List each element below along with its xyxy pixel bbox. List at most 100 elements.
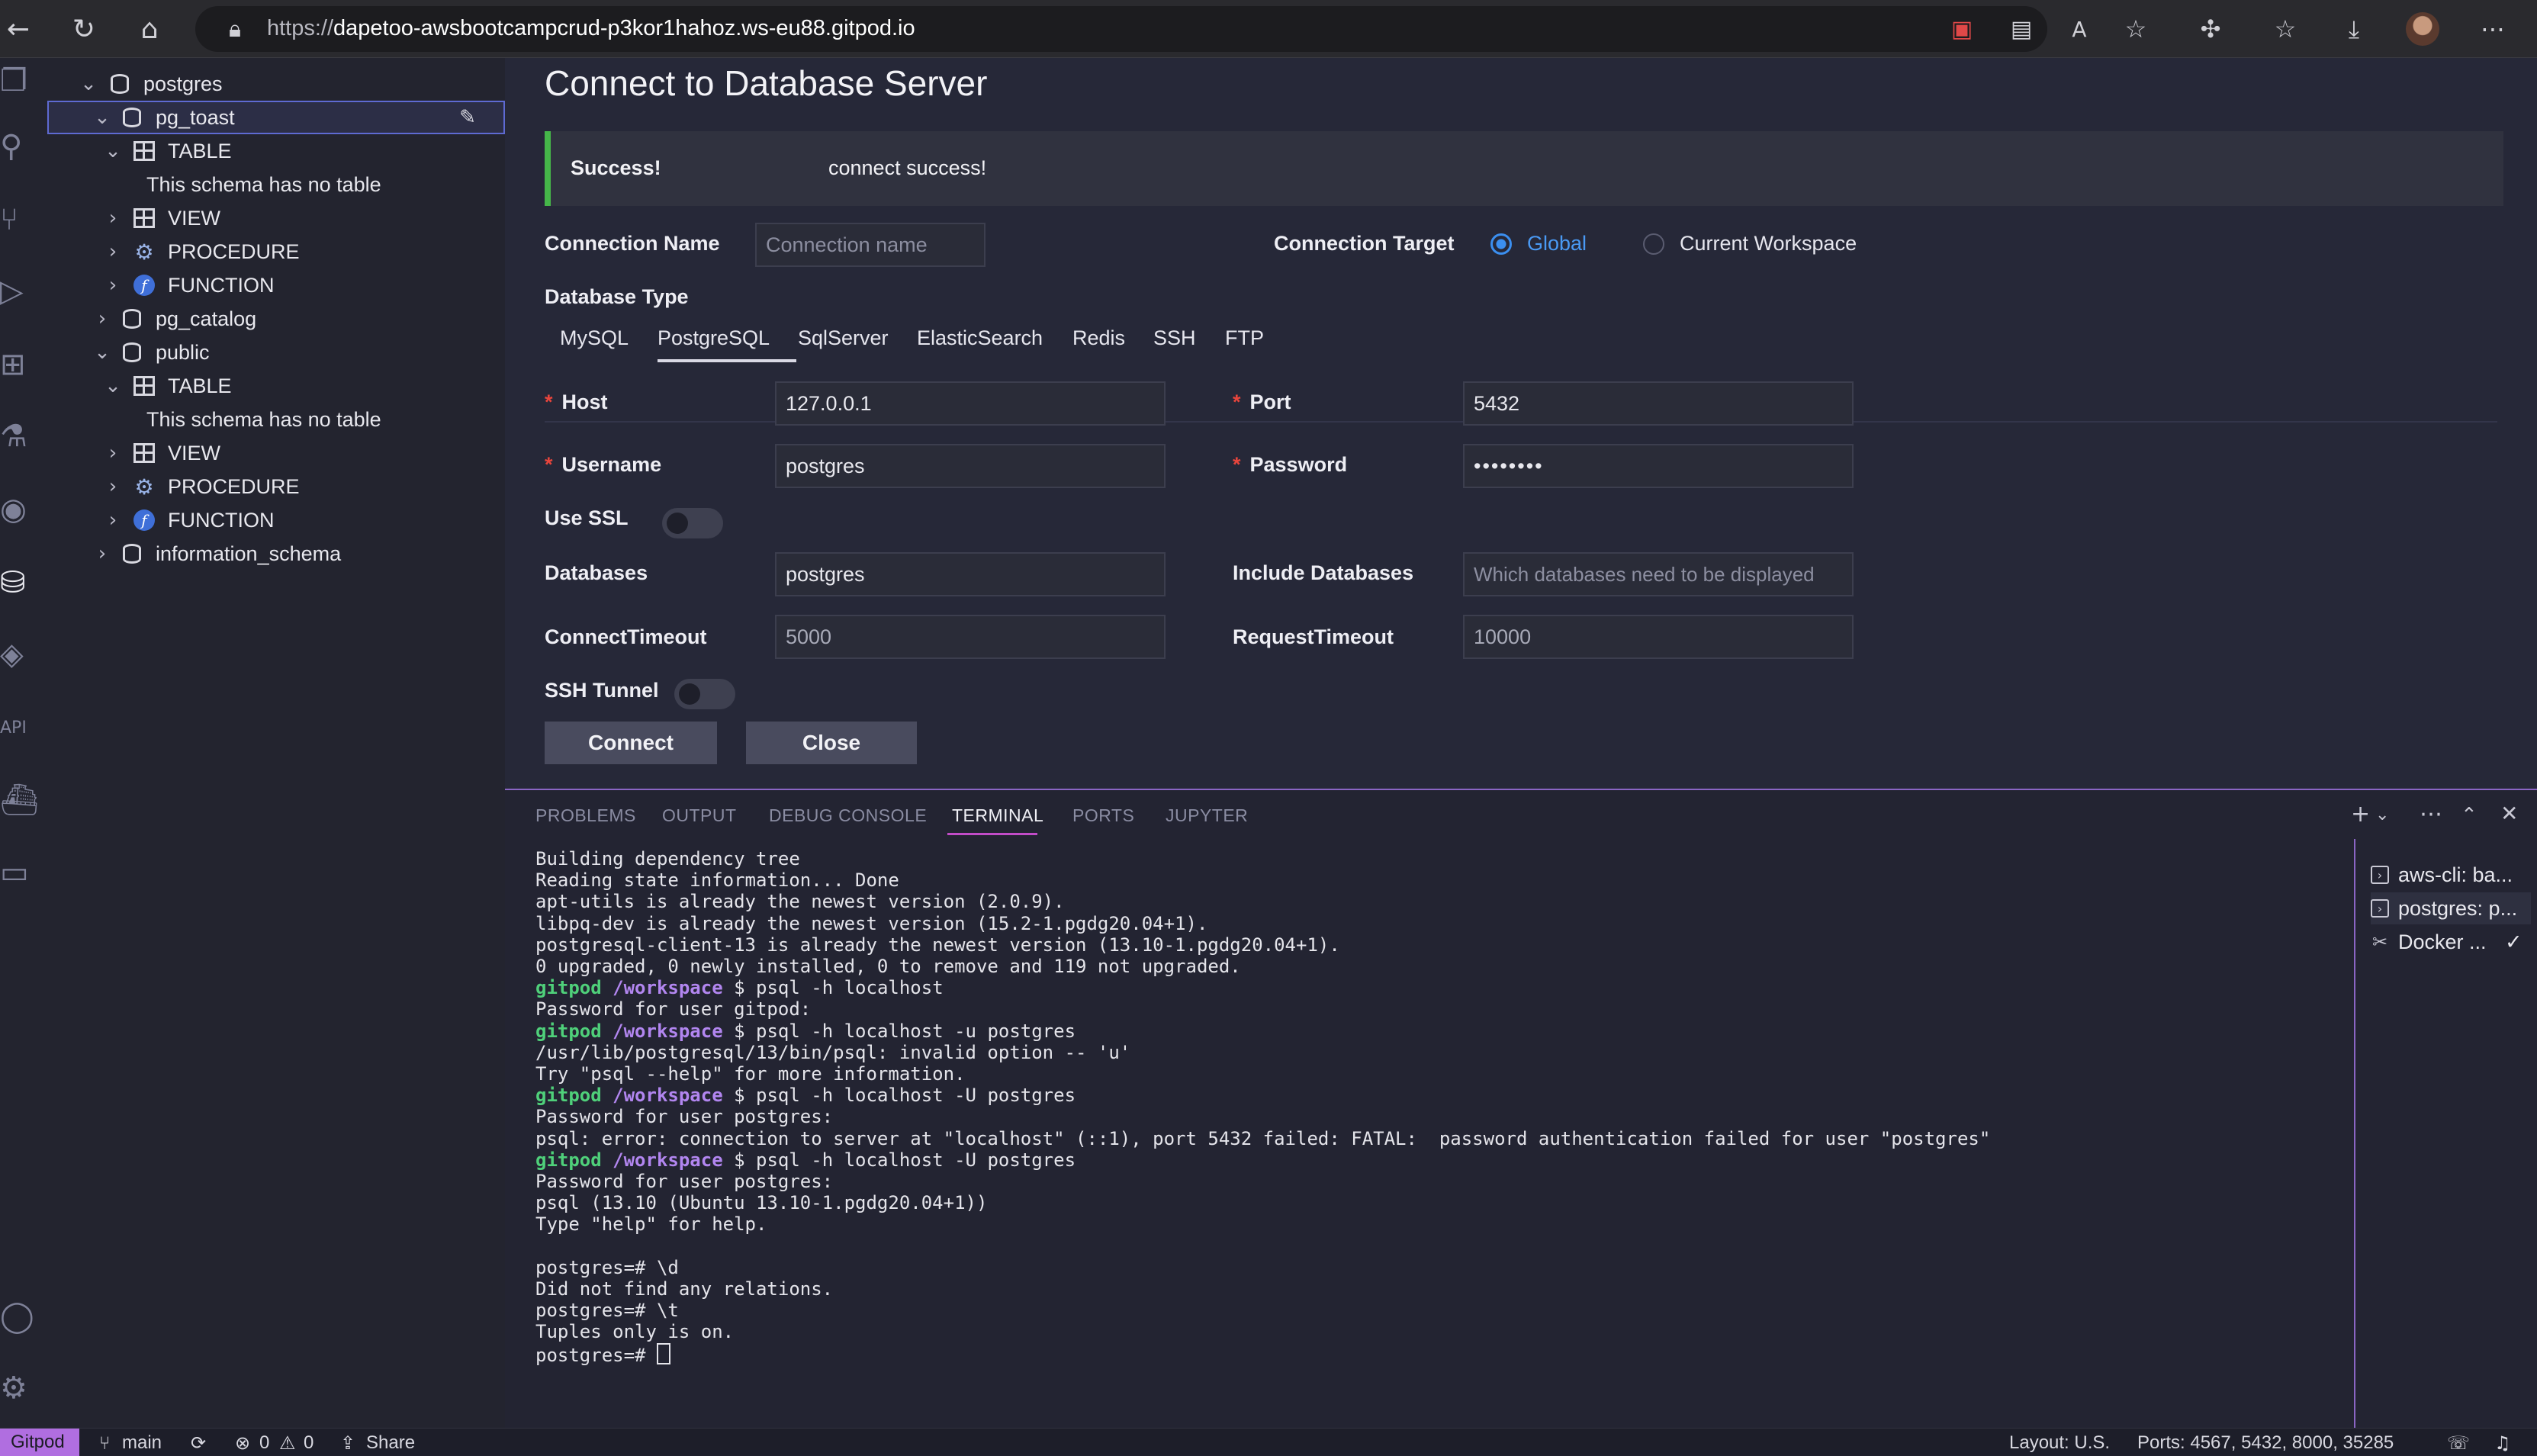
new-terminal-icon[interactable]: + [2351, 801, 2370, 828]
tab-jupyter[interactable]: JUPYTER [1166, 805, 1248, 826]
testing-icon[interactable]: ⚗ [0, 413, 47, 459]
tree-node-pg-catalog[interactable]: › pg_catalog [47, 302, 505, 336]
settings-gear-icon[interactable]: ⚙ [0, 1365, 47, 1411]
connection-name-input[interactable]: Connection name [755, 223, 986, 267]
terminal-tab-docker[interactable]: ✂ Docker ... ✓ [2371, 926, 2531, 958]
chevron-down-icon[interactable]: ⌄ [79, 72, 98, 95]
tree-node-public[interactable]: ⌄ public [47, 336, 505, 369]
username-input[interactable]: postgres [775, 444, 1166, 488]
database-icon[interactable]: ⛁ [0, 560, 47, 606]
tab-ssh[interactable]: SSH [1153, 326, 1196, 350]
explorer-icon[interactable]: ❐ [0, 58, 47, 104]
radio-global-label[interactable]: Global [1527, 232, 1587, 256]
extensions-icon[interactable]: ✣ [2192, 11, 2229, 47]
share-button[interactable]: Share [366, 1432, 415, 1454]
chevron-down-icon[interactable]: ⌄ [104, 140, 122, 162]
close-panel-icon[interactable]: ✕ [2500, 801, 2518, 826]
connect-button[interactable]: Connect [545, 722, 717, 764]
chevron-right-icon[interactable]: › [93, 542, 111, 565]
keyboard-layout[interactable]: Layout: U.S. [2009, 1432, 2110, 1454]
search-icon[interactable]: ⚲ [0, 124, 47, 169]
tree-node-pg-toast[interactable]: ⌄ pg_toast ✎ [47, 101, 505, 134]
tab-terminal[interactable]: TERMINAL [952, 805, 1043, 826]
use-ssl-toggle[interactable] [662, 508, 723, 538]
account-icon[interactable]: ◯ [0, 1294, 47, 1339]
add-favorite-icon[interactable]: ☆ [2117, 11, 2154, 47]
tab-elasticsearch[interactable]: ElasticSearch [917, 326, 1043, 350]
address-bar[interactable]: 🔒︎ https://dapetoo-awsbootcampcrud-p3kor… [195, 6, 2047, 52]
chevron-right-icon[interactable]: › [104, 442, 122, 464]
favorites-icon[interactable]: ☆ [2267, 11, 2304, 47]
tree-node-function[interactable]: › f FUNCTION [47, 268, 505, 302]
tree-node-information-schema[interactable]: › information_schema [47, 537, 505, 571]
chevron-down-icon[interactable]: ⌄ [2375, 805, 2389, 824]
tab-output[interactable]: OUTPUT [662, 805, 737, 826]
tab-ftp[interactable]: FTP [1225, 326, 1264, 350]
chevron-down-icon[interactable]: ⌄ [93, 106, 111, 129]
tab-postgresql[interactable]: PostgreSQL [658, 326, 770, 350]
tree-node-table[interactable]: ⌄ TABLE [47, 369, 505, 403]
request-timeout-input[interactable]: 10000 [1463, 615, 1854, 659]
reload-icon[interactable]: ↻ [66, 11, 102, 47]
chevron-down-icon[interactable]: ⌄ [104, 374, 122, 397]
radio-global[interactable] [1490, 233, 1512, 255]
chevron-right-icon[interactable]: › [104, 509, 122, 532]
databases-input[interactable]: postgres [775, 552, 1166, 596]
chevron-down-icon[interactable]: ⌄ [93, 341, 111, 364]
remote-explorer-icon[interactable]: ▭ [0, 850, 47, 895]
tab-sqlserver[interactable]: SqlServer [798, 326, 889, 350]
sync-icon[interactable]: ⟳ [191, 1432, 206, 1454]
avatar[interactable] [2404, 11, 2441, 47]
gitpod-remote-badge[interactable]: Gitpod [0, 1429, 79, 1456]
more-actions-icon[interactable]: ⋯ [2420, 801, 2442, 828]
tree-node-table[interactable]: ⌄ TABLE [47, 134, 505, 168]
error-count[interactable]: 0 [259, 1432, 269, 1454]
tree-node-procedure[interactable]: › ⚙ PROCEDURE [47, 470, 505, 503]
ports-status[interactable]: Ports: 4567, 5432, 8000, 35285 [2137, 1432, 2394, 1454]
host-input[interactable]: 127.0.0.1 [775, 381, 1166, 426]
back-arrow-icon[interactable]: ← [0, 11, 37, 47]
home-icon[interactable]: ⌂ [131, 11, 168, 47]
tree-node-procedure[interactable]: › ⚙ PROCEDURE [47, 235, 505, 268]
layers-icon[interactable]: ◈ [0, 632, 47, 677]
source-control-icon[interactable]: ⑂ [0, 197, 47, 243]
include-databases-input[interactable]: Which databases need to be displayed [1463, 552, 1854, 596]
notifications-bell-icon[interactable]: ♫ [2494, 1432, 2511, 1454]
port-input[interactable]: 5432 [1463, 381, 1854, 426]
chevron-right-icon[interactable]: › [104, 207, 122, 230]
terminal-tab-postgres[interactable]: › postgres: p... [2371, 892, 2531, 924]
radio-current-workspace-label[interactable]: Current Workspace [1680, 232, 1857, 256]
download-icon[interactable]: ⤓ [2336, 11, 2372, 47]
radio-current-workspace[interactable] [1643, 233, 1664, 255]
tree-node-view[interactable]: › VIEW [47, 201, 505, 235]
terminal-tab-aws-cli[interactable]: › aws-cli: ba... [2371, 859, 2513, 891]
close-button[interactable]: Close [746, 722, 917, 764]
tab-ports[interactable]: PORTS [1072, 805, 1134, 826]
more-icon[interactable]: ⋯ [2474, 11, 2511, 47]
extensions-icon[interactable]: ⊞ [0, 342, 47, 387]
clipboard-icon[interactable]: ▤ [2003, 11, 2040, 47]
tab-debug-console[interactable]: DEBUG CONSOLE [769, 805, 927, 826]
maximize-panel-icon[interactable]: ⌃ [2461, 804, 2478, 827]
ssh-tunnel-toggle[interactable] [674, 679, 735, 709]
screen-record-icon[interactable]: ▣ [1944, 11, 1980, 47]
run-debug-icon[interactable]: ▷ [0, 268, 47, 314]
password-input[interactable]: •••••••• [1463, 444, 1854, 488]
tree-node-postgres[interactable]: ⌄ postgres [47, 67, 505, 101]
chevron-right-icon[interactable]: › [104, 274, 122, 297]
tab-redis[interactable]: Redis [1072, 326, 1125, 350]
edit-icon[interactable]: ✎ [456, 106, 479, 129]
chevron-right-icon[interactable]: › [104, 475, 122, 498]
lock-icon[interactable]: 🔒︎ [217, 11, 253, 47]
api-icon[interactable]: API [0, 705, 47, 750]
chevron-right-icon[interactable]: › [93, 307, 111, 330]
connect-timeout-input[interactable]: 5000 [775, 615, 1166, 659]
read-aloud-icon[interactable]: A [2061, 11, 2098, 47]
tab-mysql[interactable]: MySQL [560, 326, 629, 350]
tree-node-function[interactable]: › f FUNCTION [47, 503, 505, 537]
feedback-icon[interactable]: ☏ [2447, 1432, 2470, 1454]
tree-node-view[interactable]: › VIEW [47, 436, 505, 470]
tab-problems[interactable]: PROBLEMS [535, 805, 636, 826]
docker-icon[interactable]: ⛴ [0, 776, 47, 822]
terminal-output[interactable]: Building dependency tree Reading state in… [535, 848, 2313, 1428]
